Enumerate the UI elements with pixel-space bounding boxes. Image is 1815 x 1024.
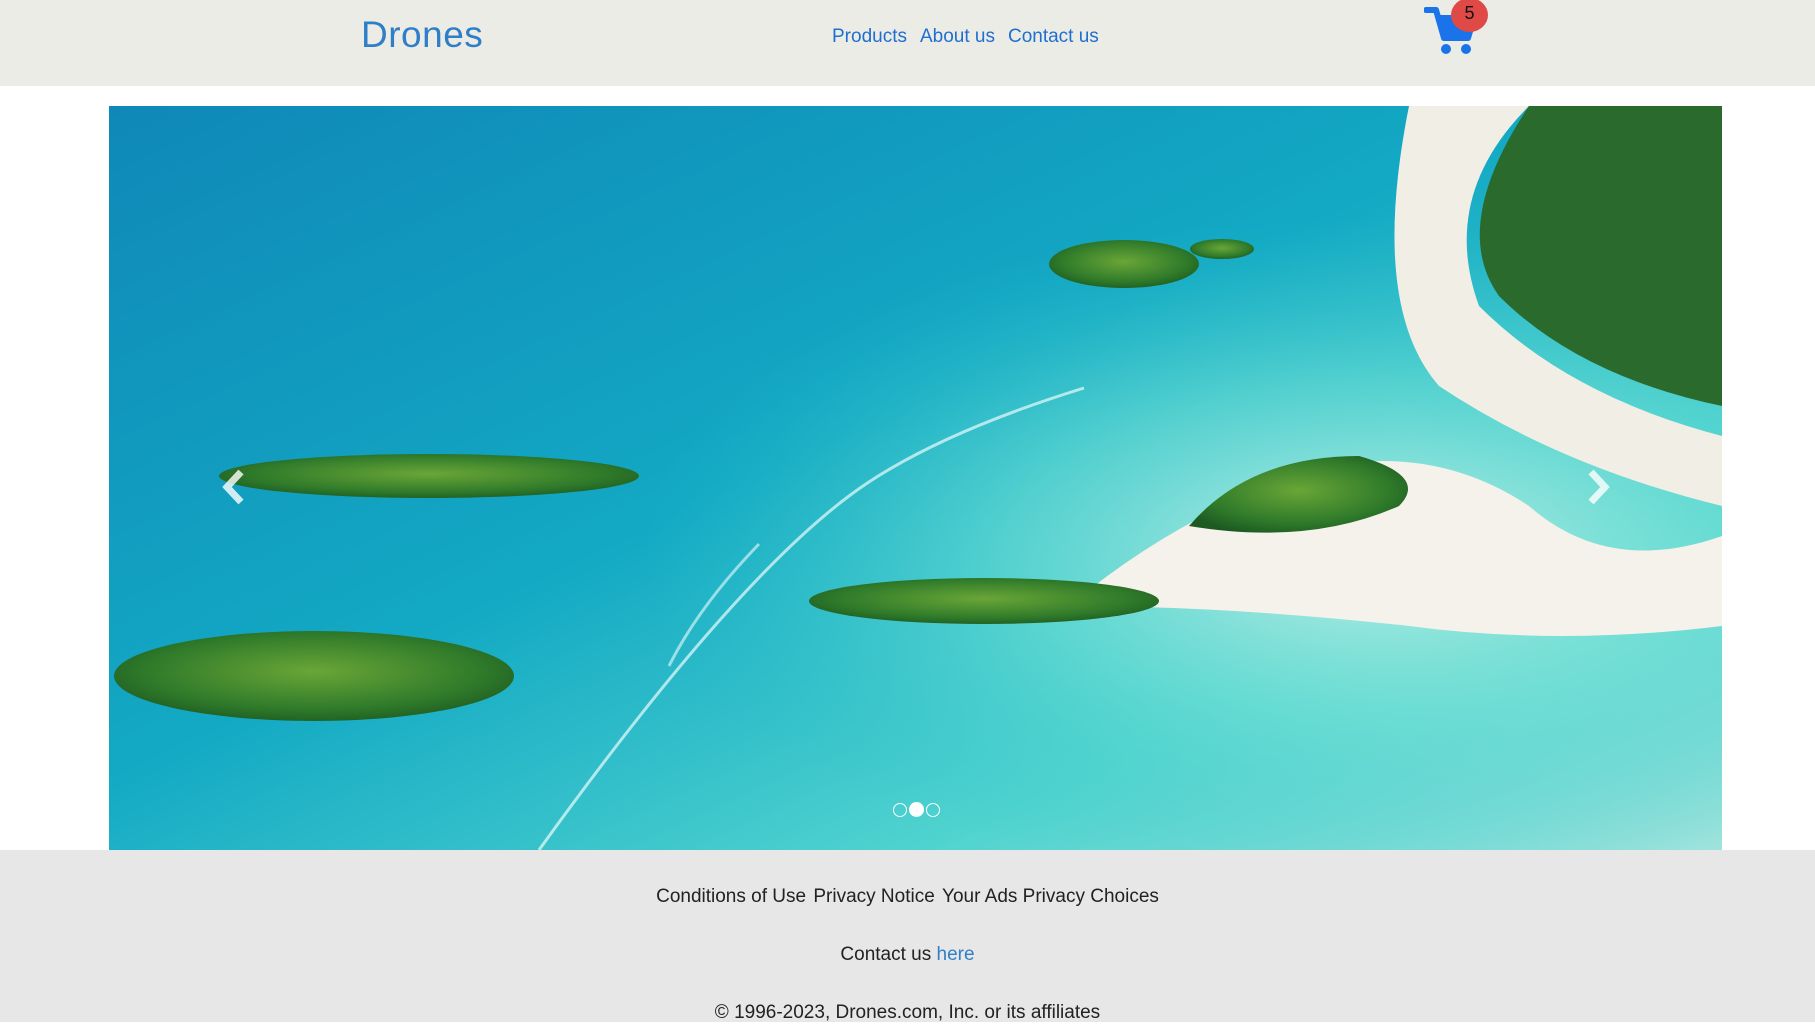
footer-contact-link[interactable]: here: [937, 944, 975, 965]
carousel-prev-button[interactable]: [214, 465, 254, 509]
footer-link-conditions[interactable]: Conditions of Use: [656, 886, 806, 907]
cart-count-badge: 5: [1451, 0, 1488, 32]
footer-links: Conditions of Use Privacy Notice Your Ad…: [0, 886, 1815, 908]
carousel-indicators: [893, 802, 940, 817]
brand-logo-link[interactable]: Drones: [361, 14, 483, 56]
carousel-next-button[interactable]: [1578, 465, 1618, 509]
footer-link-ads-privacy[interactable]: Your Ads Privacy Choices: [942, 886, 1159, 907]
footer-contact-label: Contact us: [840, 944, 932, 965]
carousel-indicator-2[interactable]: [909, 802, 924, 817]
carousel-slide-image: [109, 106, 1722, 850]
carousel-indicator-3[interactable]: [926, 802, 940, 817]
nav-link-contact-us[interactable]: Contact us: [1008, 26, 1099, 48]
footer: Conditions of Use Privacy Notice Your Ad…: [0, 850, 1815, 1023]
footer-link-privacy-notice[interactable]: Privacy Notice: [813, 886, 934, 907]
nav-links: Products About us Contact us: [832, 26, 1099, 48]
chevron-left-icon: [222, 469, 244, 505]
nav-link-about-us[interactable]: About us: [920, 26, 995, 48]
footer-contact: Contact us here: [0, 944, 1815, 966]
chevron-right-icon: [1588, 469, 1610, 505]
image-carousel[interactable]: [109, 106, 1722, 850]
cart-button[interactable]: 5: [1424, 0, 1490, 60]
carousel-indicator-1[interactable]: [893, 802, 907, 817]
footer-copyright: © 1996-2023, Drones.com, Inc. or its aff…: [714, 1002, 1101, 1023]
top-navbar: Drones Products About us Contact us 5: [0, 0, 1815, 86]
nav-link-products[interactable]: Products: [832, 26, 907, 48]
